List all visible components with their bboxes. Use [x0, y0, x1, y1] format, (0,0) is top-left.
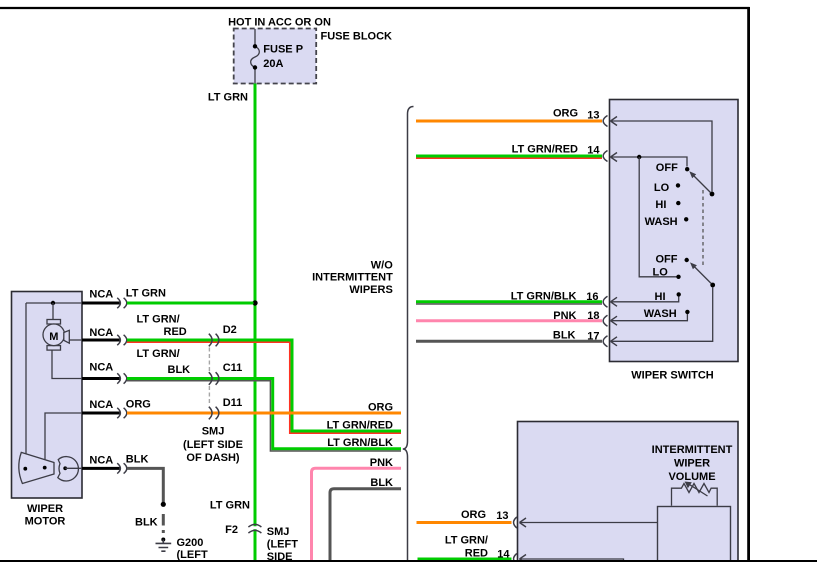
- svg-text:BLK: BLK: [370, 477, 393, 489]
- svg-text:HI: HI: [655, 199, 666, 211]
- svg-text:M: M: [49, 331, 58, 343]
- svg-text:VOLUME: VOLUME: [668, 471, 715, 483]
- svg-text:LT GRN: LT GRN: [210, 500, 250, 512]
- svg-text:RED: RED: [164, 326, 187, 338]
- svg-text:LO: LO: [653, 267, 669, 279]
- svg-text:SMJ: SMJ: [202, 426, 225, 438]
- svg-text:NCA: NCA: [89, 288, 113, 300]
- svg-text:HI: HI: [655, 291, 666, 303]
- svg-text:FUSE P: FUSE P: [263, 44, 303, 56]
- svg-text:ORG: ORG: [126, 398, 151, 410]
- svg-text:BLK: BLK: [553, 330, 576, 342]
- svg-text:WASH: WASH: [644, 308, 677, 320]
- svg-text:WASH: WASH: [645, 216, 678, 228]
- svg-text:OF DASH): OF DASH): [186, 452, 240, 464]
- svg-text:RED: RED: [465, 548, 488, 560]
- svg-text:16: 16: [586, 291, 598, 303]
- svg-text:LT GRN/BLK: LT GRN/BLK: [327, 437, 393, 449]
- svg-text:LT GRN/: LT GRN/: [137, 348, 180, 360]
- svg-text:BLK: BLK: [168, 364, 191, 376]
- svg-text:SMJ: SMJ: [267, 526, 290, 538]
- svg-text:BLK: BLK: [135, 517, 158, 529]
- svg-text:WIPERS: WIPERS: [349, 284, 392, 296]
- svg-text:WIPER: WIPER: [674, 458, 710, 470]
- svg-text:14: 14: [587, 145, 600, 157]
- svg-text:14: 14: [497, 549, 510, 561]
- svg-text:D11: D11: [223, 397, 243, 409]
- svg-text:WIPER: WIPER: [27, 503, 63, 515]
- svg-text:BLK: BLK: [126, 453, 149, 465]
- svg-text:INTERMITTENT: INTERMITTENT: [652, 444, 733, 456]
- svg-text:W/O: W/O: [371, 259, 393, 271]
- svg-text:ORG: ORG: [461, 509, 486, 521]
- svg-text:PNK: PNK: [370, 457, 393, 469]
- svg-text:NCA: NCA: [89, 362, 113, 374]
- svg-text:ORG: ORG: [553, 108, 578, 120]
- svg-text:LT GRN/RED: LT GRN/RED: [327, 420, 393, 432]
- svg-text:NCA: NCA: [89, 327, 113, 339]
- svg-text:WIPER SWITCH: WIPER SWITCH: [631, 370, 714, 382]
- svg-text:LT GRN/RED: LT GRN/RED: [512, 144, 578, 156]
- svg-text:LT GRN: LT GRN: [208, 92, 248, 104]
- svg-text:OFF: OFF: [656, 253, 678, 265]
- svg-text:D2: D2: [223, 324, 237, 336]
- svg-text:NCA: NCA: [89, 455, 113, 467]
- svg-text:G200: G200: [177, 537, 204, 549]
- svg-text:PNK: PNK: [553, 310, 576, 322]
- svg-text:LO: LO: [654, 182, 670, 194]
- svg-text:LT GRN/BLK: LT GRN/BLK: [511, 291, 577, 303]
- svg-text:18: 18: [587, 310, 599, 322]
- svg-text:20A: 20A: [263, 58, 283, 70]
- svg-text:NCA: NCA: [89, 399, 113, 411]
- svg-text:(LEFT: (LEFT: [267, 539, 298, 551]
- svg-text:LT GRN/: LT GRN/: [137, 314, 180, 326]
- svg-text:HOT IN ACC OR ON: HOT IN ACC OR ON: [228, 16, 331, 28]
- svg-text:LT GRN: LT GRN: [126, 288, 166, 300]
- svg-text:17: 17: [587, 331, 599, 343]
- svg-text:ORG: ORG: [368, 402, 393, 414]
- svg-text:OFF: OFF: [656, 162, 678, 174]
- svg-text:(LEFT: (LEFT: [177, 549, 208, 561]
- svg-text:FUSE BLOCK: FUSE BLOCK: [321, 30, 393, 42]
- svg-text:MOTOR: MOTOR: [25, 516, 66, 528]
- svg-text:13: 13: [587, 110, 599, 122]
- svg-text:LT GRN/: LT GRN/: [445, 535, 488, 547]
- svg-text:(LEFT SIDE: (LEFT SIDE: [183, 439, 243, 451]
- svg-text:F2: F2: [225, 524, 238, 536]
- svg-text:INTERMITTENT: INTERMITTENT: [312, 272, 393, 284]
- svg-text:13: 13: [496, 510, 508, 522]
- svg-text:C11: C11: [223, 362, 243, 374]
